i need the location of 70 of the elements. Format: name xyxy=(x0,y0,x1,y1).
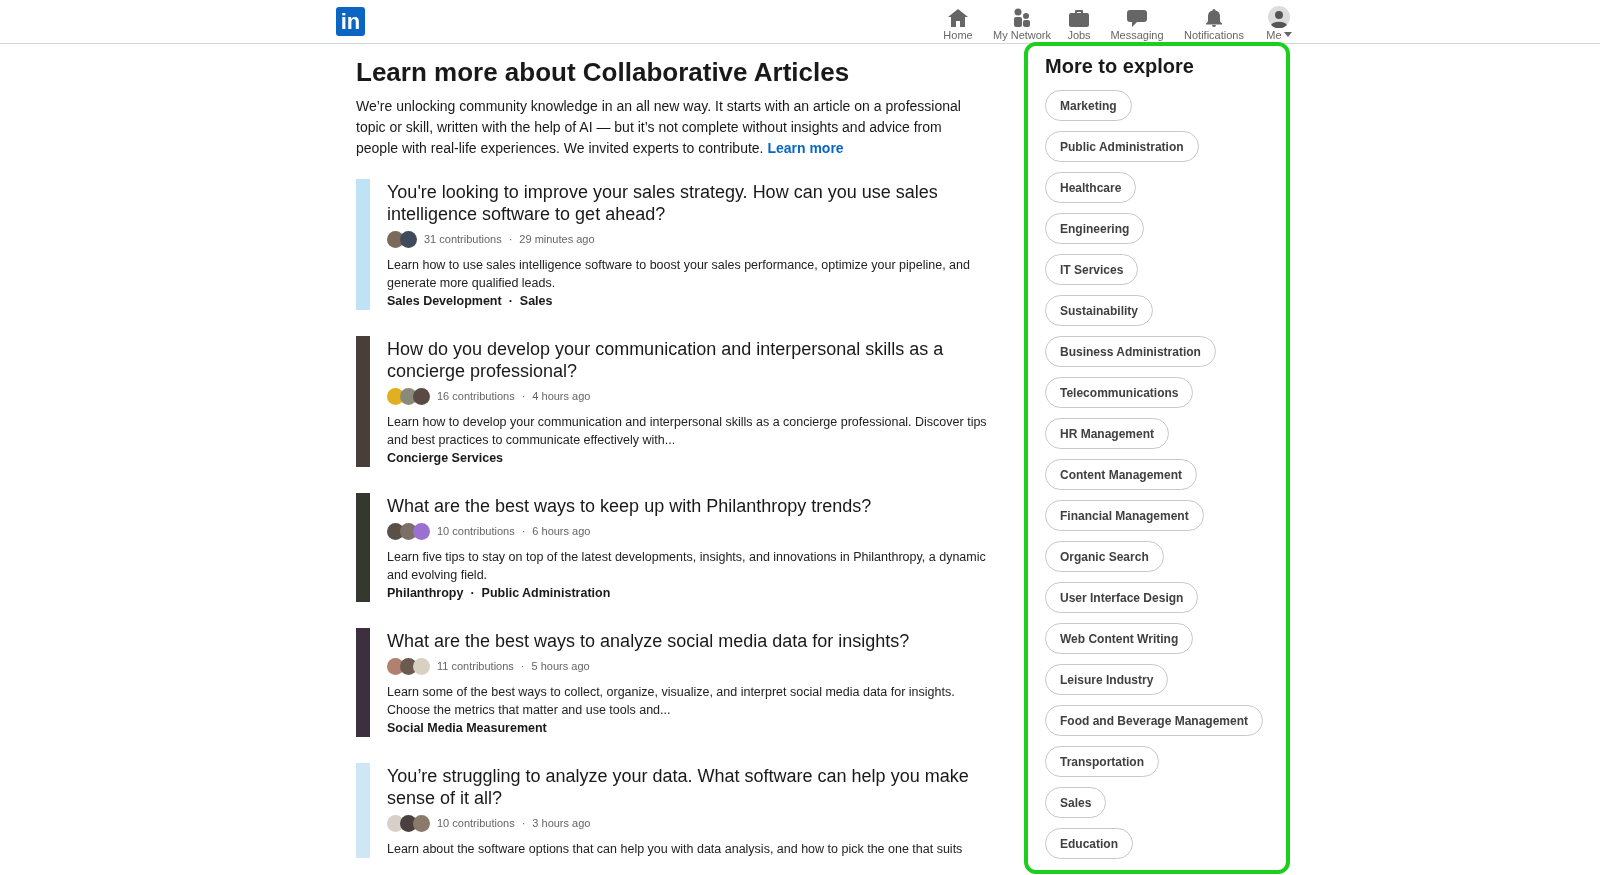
intro-paragraph: We’re unlocking community knowledge in an all new way. It starts with an article on a professional topic or skill, written with the help of AI — but it’s not complete without insights and advice from people with real-life experiences. We invited experts to contribute. Learn more xyxy=(356,97,962,158)
avatar-icon xyxy=(1268,5,1290,28)
topic-link[interactable]: Philanthropy xyxy=(387,584,464,602)
separator-dot: · xyxy=(521,816,526,832)
contribution-count: 10 contributions xyxy=(437,816,515,832)
topic-pill[interactable]: Telecommunications xyxy=(1045,377,1194,408)
post-time: 3 hours ago xyxy=(532,816,591,832)
article-description: Learn some of the best ways to collect, organize, visualize, and interpret social media data for insights. Choose the metrics that matter and use tools and... xyxy=(387,684,956,719)
contribution-count: 10 contributions xyxy=(437,524,515,540)
topic-pill[interactable]: Financial Management xyxy=(1045,500,1204,531)
article-title-link[interactable]: You’re struggling to analyze your data. What software can help you make sense of it all? xyxy=(387,765,996,809)
topic-link[interactable]: Sales Development xyxy=(387,292,502,310)
topic-pill[interactable]: Food and Beverage Management xyxy=(1045,705,1264,736)
caret-icon xyxy=(1283,32,1292,37)
post-time: 6 hours ago xyxy=(532,524,591,540)
briefcase-icon xyxy=(1068,7,1090,28)
nav-item[interactable]: Home xyxy=(926,1,990,42)
article-title-link[interactable]: What are the best ways to keep up with Philanthropy trends? xyxy=(387,495,996,517)
topic-pill[interactable]: Organic Search xyxy=(1045,541,1164,572)
article-title-link[interactable]: What are the best ways to analyze social media data for insights? xyxy=(387,630,996,652)
article-title-link[interactable]: How do you develop your communication and interpersonal skills as a concierge professional? xyxy=(387,338,996,382)
nav-item[interactable]: Notifications xyxy=(1170,1,1258,42)
topic-link[interactable]: Social Media Measurement xyxy=(387,719,547,737)
separator-dot: · xyxy=(470,585,475,602)
separator-dot: · xyxy=(521,524,526,540)
logo[interactable]: in xyxy=(336,7,365,36)
topic-pill[interactable]: User Interface Design xyxy=(1045,582,1199,613)
post-time: 4 hours ago xyxy=(532,389,591,405)
bell-icon xyxy=(1204,7,1224,28)
contribution-count: 31 contributions xyxy=(424,232,502,248)
nav-item[interactable]: Messaging xyxy=(1104,1,1170,42)
nav-item[interactable]: Me xyxy=(1258,1,1300,42)
topic-pill[interactable]: Sustainability xyxy=(1045,295,1154,326)
topic-pill[interactable]: Content Management xyxy=(1045,459,1197,490)
topic-pill[interactable]: Sales xyxy=(1045,787,1107,818)
article-description: Learn how to use sales intelligence software to boost your sales performance, optimize your pipeline, and generate more qualified leads. xyxy=(387,257,971,292)
learn-more-link[interactable]: Learn more xyxy=(767,140,844,156)
topic-pill[interactable]: Healthcare xyxy=(1045,172,1137,203)
post-time: 29 minutes ago xyxy=(519,232,595,248)
separator-dot: · xyxy=(521,389,526,405)
nav-item[interactable]: My Network xyxy=(990,1,1054,42)
people-icon xyxy=(1012,7,1032,28)
post-time: 5 hours ago xyxy=(531,659,590,675)
page-title: Learn more about Collaborative Articles xyxy=(356,56,851,89)
separator-dot: · xyxy=(508,293,513,310)
topic-link[interactable]: Sales xyxy=(519,292,553,310)
topic-pill[interactable]: Transportation xyxy=(1045,746,1159,777)
topic-pill[interactable]: Marketing xyxy=(1045,90,1132,121)
contribution-count: 11 contributions xyxy=(437,659,514,675)
article-description: Learn about the software options that can help you with data analysis, and how to pick the one that suits xyxy=(387,841,964,858)
topic-pill[interactable]: Business Administration xyxy=(1045,336,1216,367)
separator-dot: · xyxy=(508,232,513,248)
separator-dot: · xyxy=(520,659,525,675)
chat-icon xyxy=(1126,7,1148,28)
panel-title: More to explore xyxy=(1045,54,1195,79)
contribution-count: 16 contributions xyxy=(437,389,515,405)
topic-pill[interactable]: Public Administration xyxy=(1045,131,1199,162)
topic-link[interactable]: Public Administration xyxy=(481,584,611,602)
nav-item[interactable]: Jobs xyxy=(1054,1,1104,42)
topic-link[interactable]: Concierge Services xyxy=(387,449,504,467)
topic-pill[interactable]: HR Management xyxy=(1045,418,1169,449)
topic-pill[interactable]: Web Content Writing xyxy=(1045,623,1194,654)
topic-pill[interactable]: Engineering xyxy=(1045,213,1145,244)
article-description: Learn five tips to stay on top of the latest developments, insights, and innovations in Philanthropy, a dynamic and evolving field. xyxy=(387,549,987,584)
home-icon xyxy=(947,7,969,28)
article-description: Learn how to develop your communication and interpersonal skills as a concierge professional. Discover tips and best practices to communicate effectively with... xyxy=(387,414,988,449)
topic-pill[interactable]: Education xyxy=(1045,828,1133,859)
article-title-link[interactable]: You're looking to improve your sales strategy. How can you use sales intelligence software to get ahead? xyxy=(387,181,996,225)
topic-pill[interactable]: Leisure Industry xyxy=(1045,664,1169,695)
topic-pill[interactable]: IT Services xyxy=(1045,254,1139,285)
